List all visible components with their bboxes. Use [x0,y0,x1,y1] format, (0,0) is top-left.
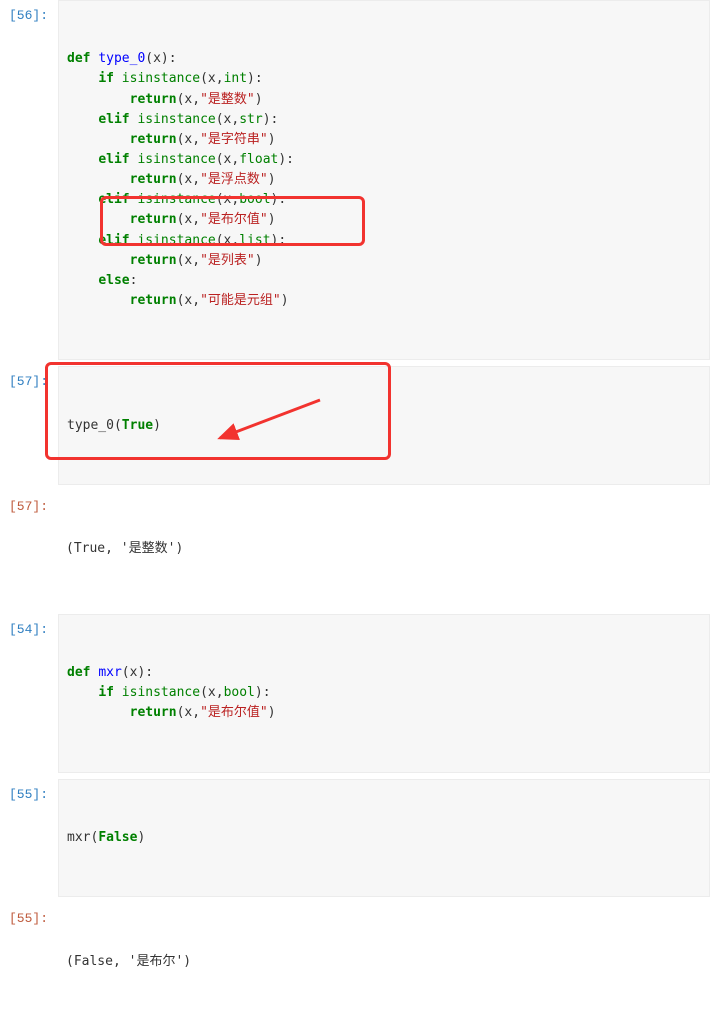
code-area-54[interactable]: def mxr(x): if isinstance(x,bool): retur… [58,614,710,773]
cell-54-in: [54]: def mxr(x): if isinstance(x,bool):… [0,614,710,773]
code-area-57[interactable]: type_0(True) [58,366,710,485]
out-55: (False, '是布尔') [66,952,702,972]
out-area-55: (False, '是布尔') [58,903,710,1020]
code-area-55[interactable]: mxr(False) [58,779,710,898]
cell-57-out: [57]: (True, '是整数') [0,491,710,608]
code-57: type_0(True) [67,416,701,436]
cell-55-in: [55]: mxr(False) [0,779,710,898]
code-56: def type_0(x): if isinstance(x,int): ret… [67,49,701,311]
code-54: def mxr(x): if isinstance(x,bool): retur… [67,663,701,723]
out-area-57: (True, '是整数') [58,491,710,608]
prompt-in-56: [56]: [0,0,58,23]
prompt-out-55: [55]: [0,903,58,926]
prompt-in-57: [57]: [0,366,58,389]
prompt-out-57: [57]: [0,491,58,514]
notebook-container: [56]: def type_0(x): if isinstance(x,int… [0,0,710,1020]
cell-56-in: [56]: def type_0(x): if isinstance(x,int… [0,0,710,360]
cell-55-out: [55]: (False, '是布尔') [0,903,710,1020]
prompt-in-55: [55]: [0,779,58,802]
cell-57-in: [57]: type_0(True) [0,366,710,485]
code-55: mxr(False) [67,828,701,848]
code-area-56[interactable]: def type_0(x): if isinstance(x,int): ret… [58,0,710,360]
prompt-in-54: [54]: [0,614,58,637]
out-57: (True, '是整数') [66,539,702,559]
